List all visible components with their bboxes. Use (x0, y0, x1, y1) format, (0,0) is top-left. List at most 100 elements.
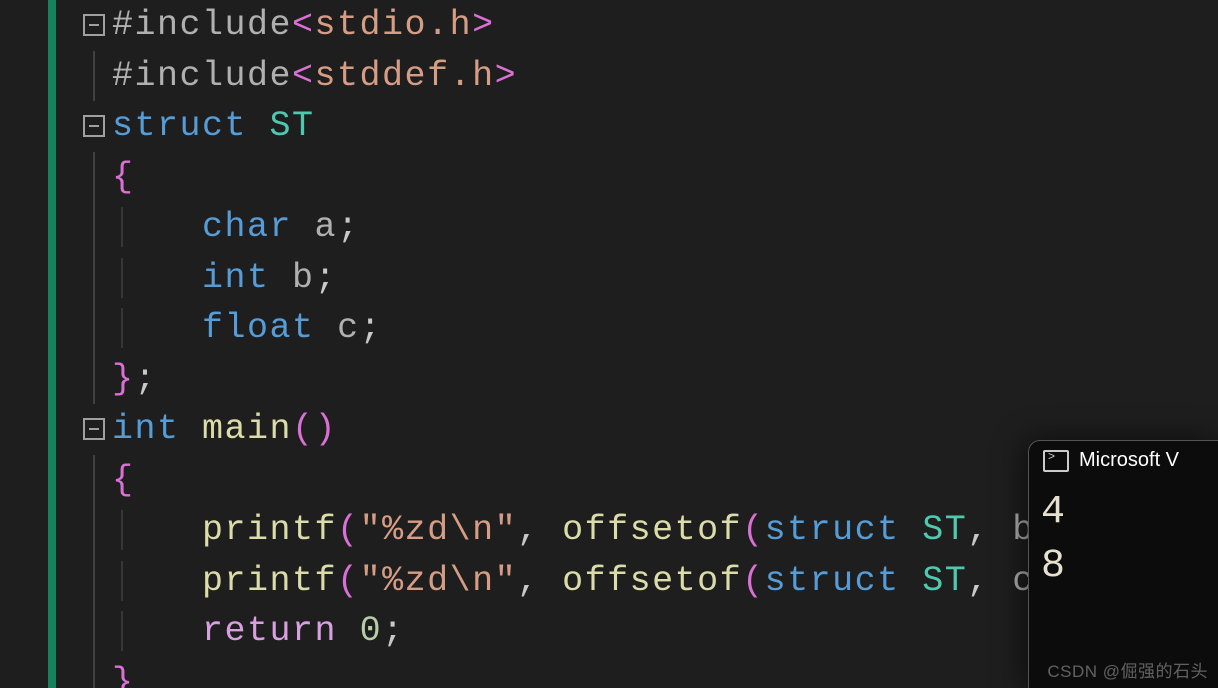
code-token: , (967, 561, 1012, 601)
code-token: ( (742, 561, 765, 601)
code-token: { (112, 460, 135, 500)
code-line[interactable]: #include<stddef.h> (0, 51, 1102, 102)
code-content: }; (112, 359, 157, 399)
code-token: stdio.h (315, 5, 473, 45)
fold-guide-line (93, 505, 95, 556)
code-token: > (495, 56, 518, 96)
fold-guide-line (93, 354, 95, 405)
fold-guide-line (93, 152, 95, 203)
code-content: float c; (112, 308, 382, 348)
gutter (0, 152, 112, 203)
code-line[interactable]: printf("%zd\n", offsetof(struct ST, c)); (0, 556, 1102, 607)
fold-toggle-icon[interactable] (83, 418, 105, 440)
code-content: struct ST (112, 106, 315, 146)
fold-guide-line (93, 303, 95, 354)
code-token: ; (315, 258, 338, 298)
code-token (180, 409, 203, 449)
terminal-icon (1043, 450, 1069, 472)
fold-guide-line (93, 657, 95, 688)
code-line[interactable]: char a; (0, 202, 1102, 253)
code-token: printf (202, 561, 337, 601)
gutter (0, 657, 112, 688)
code-token: ; (382, 611, 405, 651)
code-token: int (202, 258, 270, 298)
code-token: offsetof (562, 510, 742, 550)
code-line[interactable]: }; (0, 354, 1102, 405)
code-content: { (112, 460, 135, 500)
code-token: main (202, 409, 292, 449)
code-token: ST (270, 106, 315, 146)
code-token: , (967, 510, 1012, 550)
gutter (0, 505, 112, 556)
code-line[interactable]: float c; (0, 303, 1102, 354)
terminal-output-line: 8 (1041, 540, 1207, 594)
code-token (315, 308, 338, 348)
code-token: struct (112, 106, 247, 146)
code-token: "%zd\n" (360, 561, 518, 601)
code-token (337, 611, 360, 651)
code-token: b (292, 258, 315, 298)
code-line[interactable]: int b; (0, 253, 1102, 304)
code-content: printf("%zd\n", offsetof(struct ST, b)); (112, 510, 1102, 550)
code-line[interactable]: struct ST (0, 101, 1102, 152)
code-token: < (292, 56, 315, 96)
code-token: ; (360, 308, 383, 348)
terminal-window[interactable]: Microsoft V 4 8 (1028, 440, 1218, 688)
code-content: char a; (112, 207, 360, 247)
code-token: ; (135, 359, 158, 399)
code-token: , (517, 510, 562, 550)
code-line[interactable]: printf("%zd\n", offsetof(struct ST, b)); (0, 505, 1102, 556)
indent-guide (121, 207, 123, 247)
code-token: struct (765, 510, 900, 550)
code-content: return 0; (112, 611, 405, 651)
code-content: printf("%zd\n", offsetof(struct ST, c)); (112, 561, 1102, 601)
code-line[interactable]: int main() (0, 404, 1102, 455)
code-token: ( (337, 510, 360, 550)
code-token: ; (337, 207, 360, 247)
code-token: ( (742, 510, 765, 550)
code-token: offsetof (562, 561, 742, 601)
terminal-titlebar[interactable]: Microsoft V (1029, 441, 1218, 476)
code-token: "%zd\n" (360, 510, 518, 550)
gutter (0, 606, 112, 657)
code-token: stddef.h (315, 56, 495, 96)
code-token: struct (765, 561, 900, 601)
code-token: #include (112, 56, 292, 96)
code-token (292, 207, 315, 247)
code-content: int main() (112, 409, 337, 449)
code-token: ST (922, 561, 967, 601)
code-line[interactable]: { (0, 455, 1102, 506)
code-content: #include<stddef.h> (112, 56, 517, 96)
terminal-title-text: Microsoft V (1079, 449, 1179, 472)
gutter (0, 354, 112, 405)
fold-guide-line (93, 253, 95, 304)
gutter (0, 556, 112, 607)
fold-guide-line (93, 202, 95, 253)
code-token: c (337, 308, 360, 348)
gutter (0, 253, 112, 304)
gutter (0, 51, 112, 102)
fold-toggle-icon[interactable] (83, 115, 105, 137)
code-token: > (472, 5, 495, 45)
code-token (900, 561, 923, 601)
terminal-output[interactable]: 4 8 (1029, 476, 1218, 594)
gutter (0, 0, 112, 51)
gutter (0, 455, 112, 506)
code-area[interactable]: #include<stdio.h>#include<stddef.h>struc… (0, 0, 1102, 688)
fold-toggle-icon[interactable] (83, 14, 105, 36)
code-token: float (202, 308, 315, 348)
terminal-output-line: 4 (1041, 486, 1207, 540)
code-token (270, 258, 293, 298)
gutter (0, 303, 112, 354)
fold-guide-line (93, 51, 95, 102)
code-line[interactable]: return 0; (0, 606, 1102, 657)
code-token: char (202, 207, 292, 247)
code-line[interactable]: { (0, 152, 1102, 203)
code-token: } (112, 359, 135, 399)
gutter (0, 101, 112, 152)
code-token: } (112, 662, 135, 688)
indent-guide (121, 510, 123, 550)
code-token: , (517, 561, 562, 601)
code-line[interactable]: #include<stdio.h> (0, 0, 1102, 51)
code-line[interactable]: } (0, 657, 1102, 688)
